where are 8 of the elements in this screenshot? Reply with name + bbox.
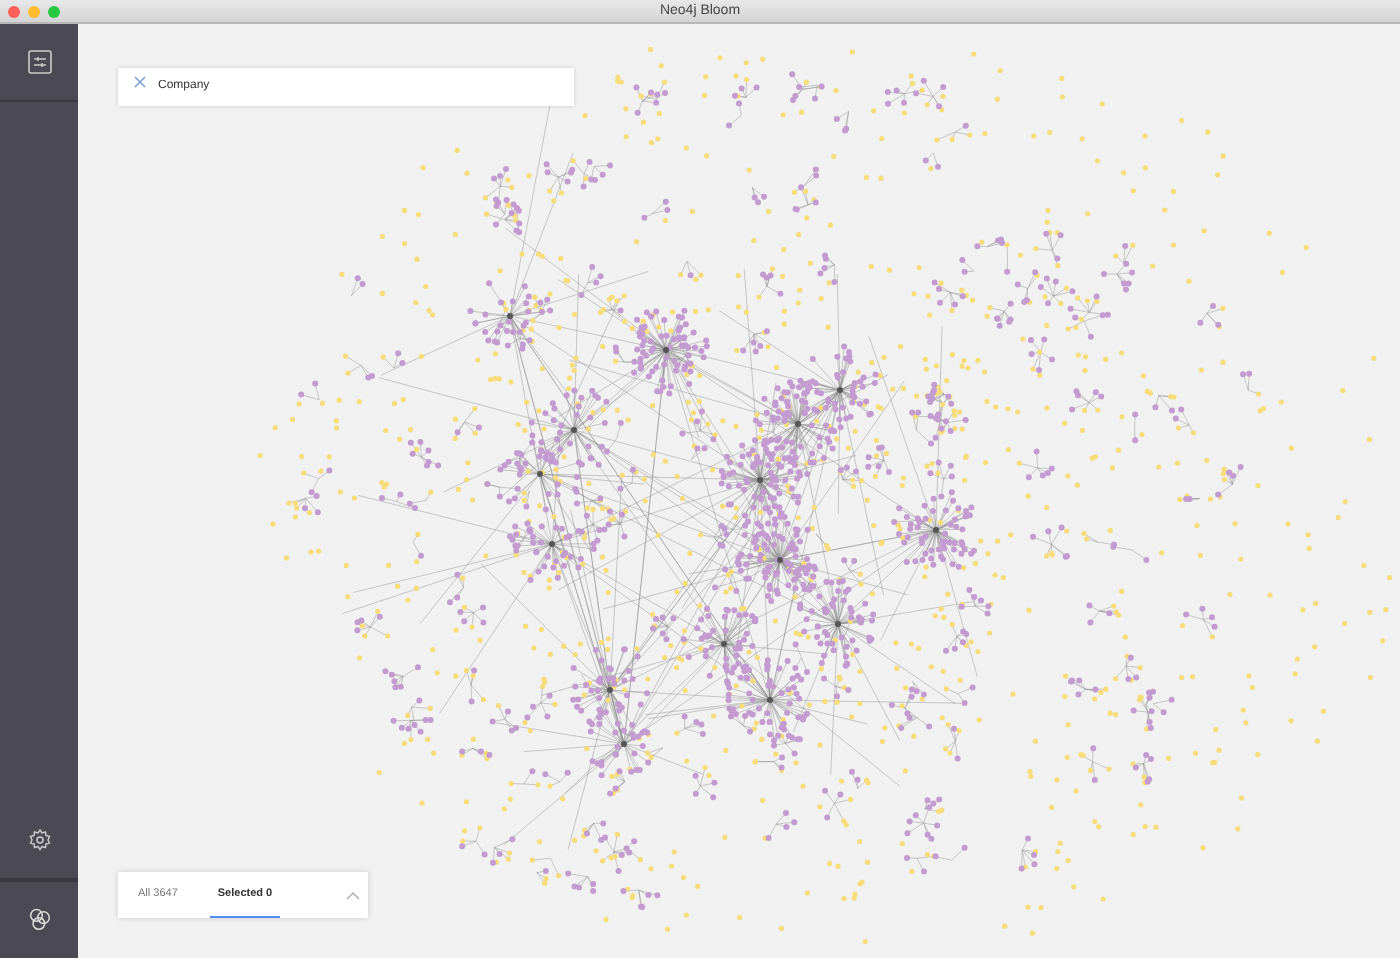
clear-icon[interactable]: [134, 75, 146, 87]
zoom-window-button[interactable]: [48, 5, 60, 17]
close-window-button[interactable]: [8, 5, 20, 17]
minimize-window-button[interactable]: [28, 5, 40, 17]
filter-panel-button[interactable]: [27, 50, 51, 74]
chevron-up-icon: [346, 891, 360, 899]
settings-button[interactable]: [27, 828, 51, 852]
bloom-logo-icon[interactable]: [25, 906, 53, 934]
